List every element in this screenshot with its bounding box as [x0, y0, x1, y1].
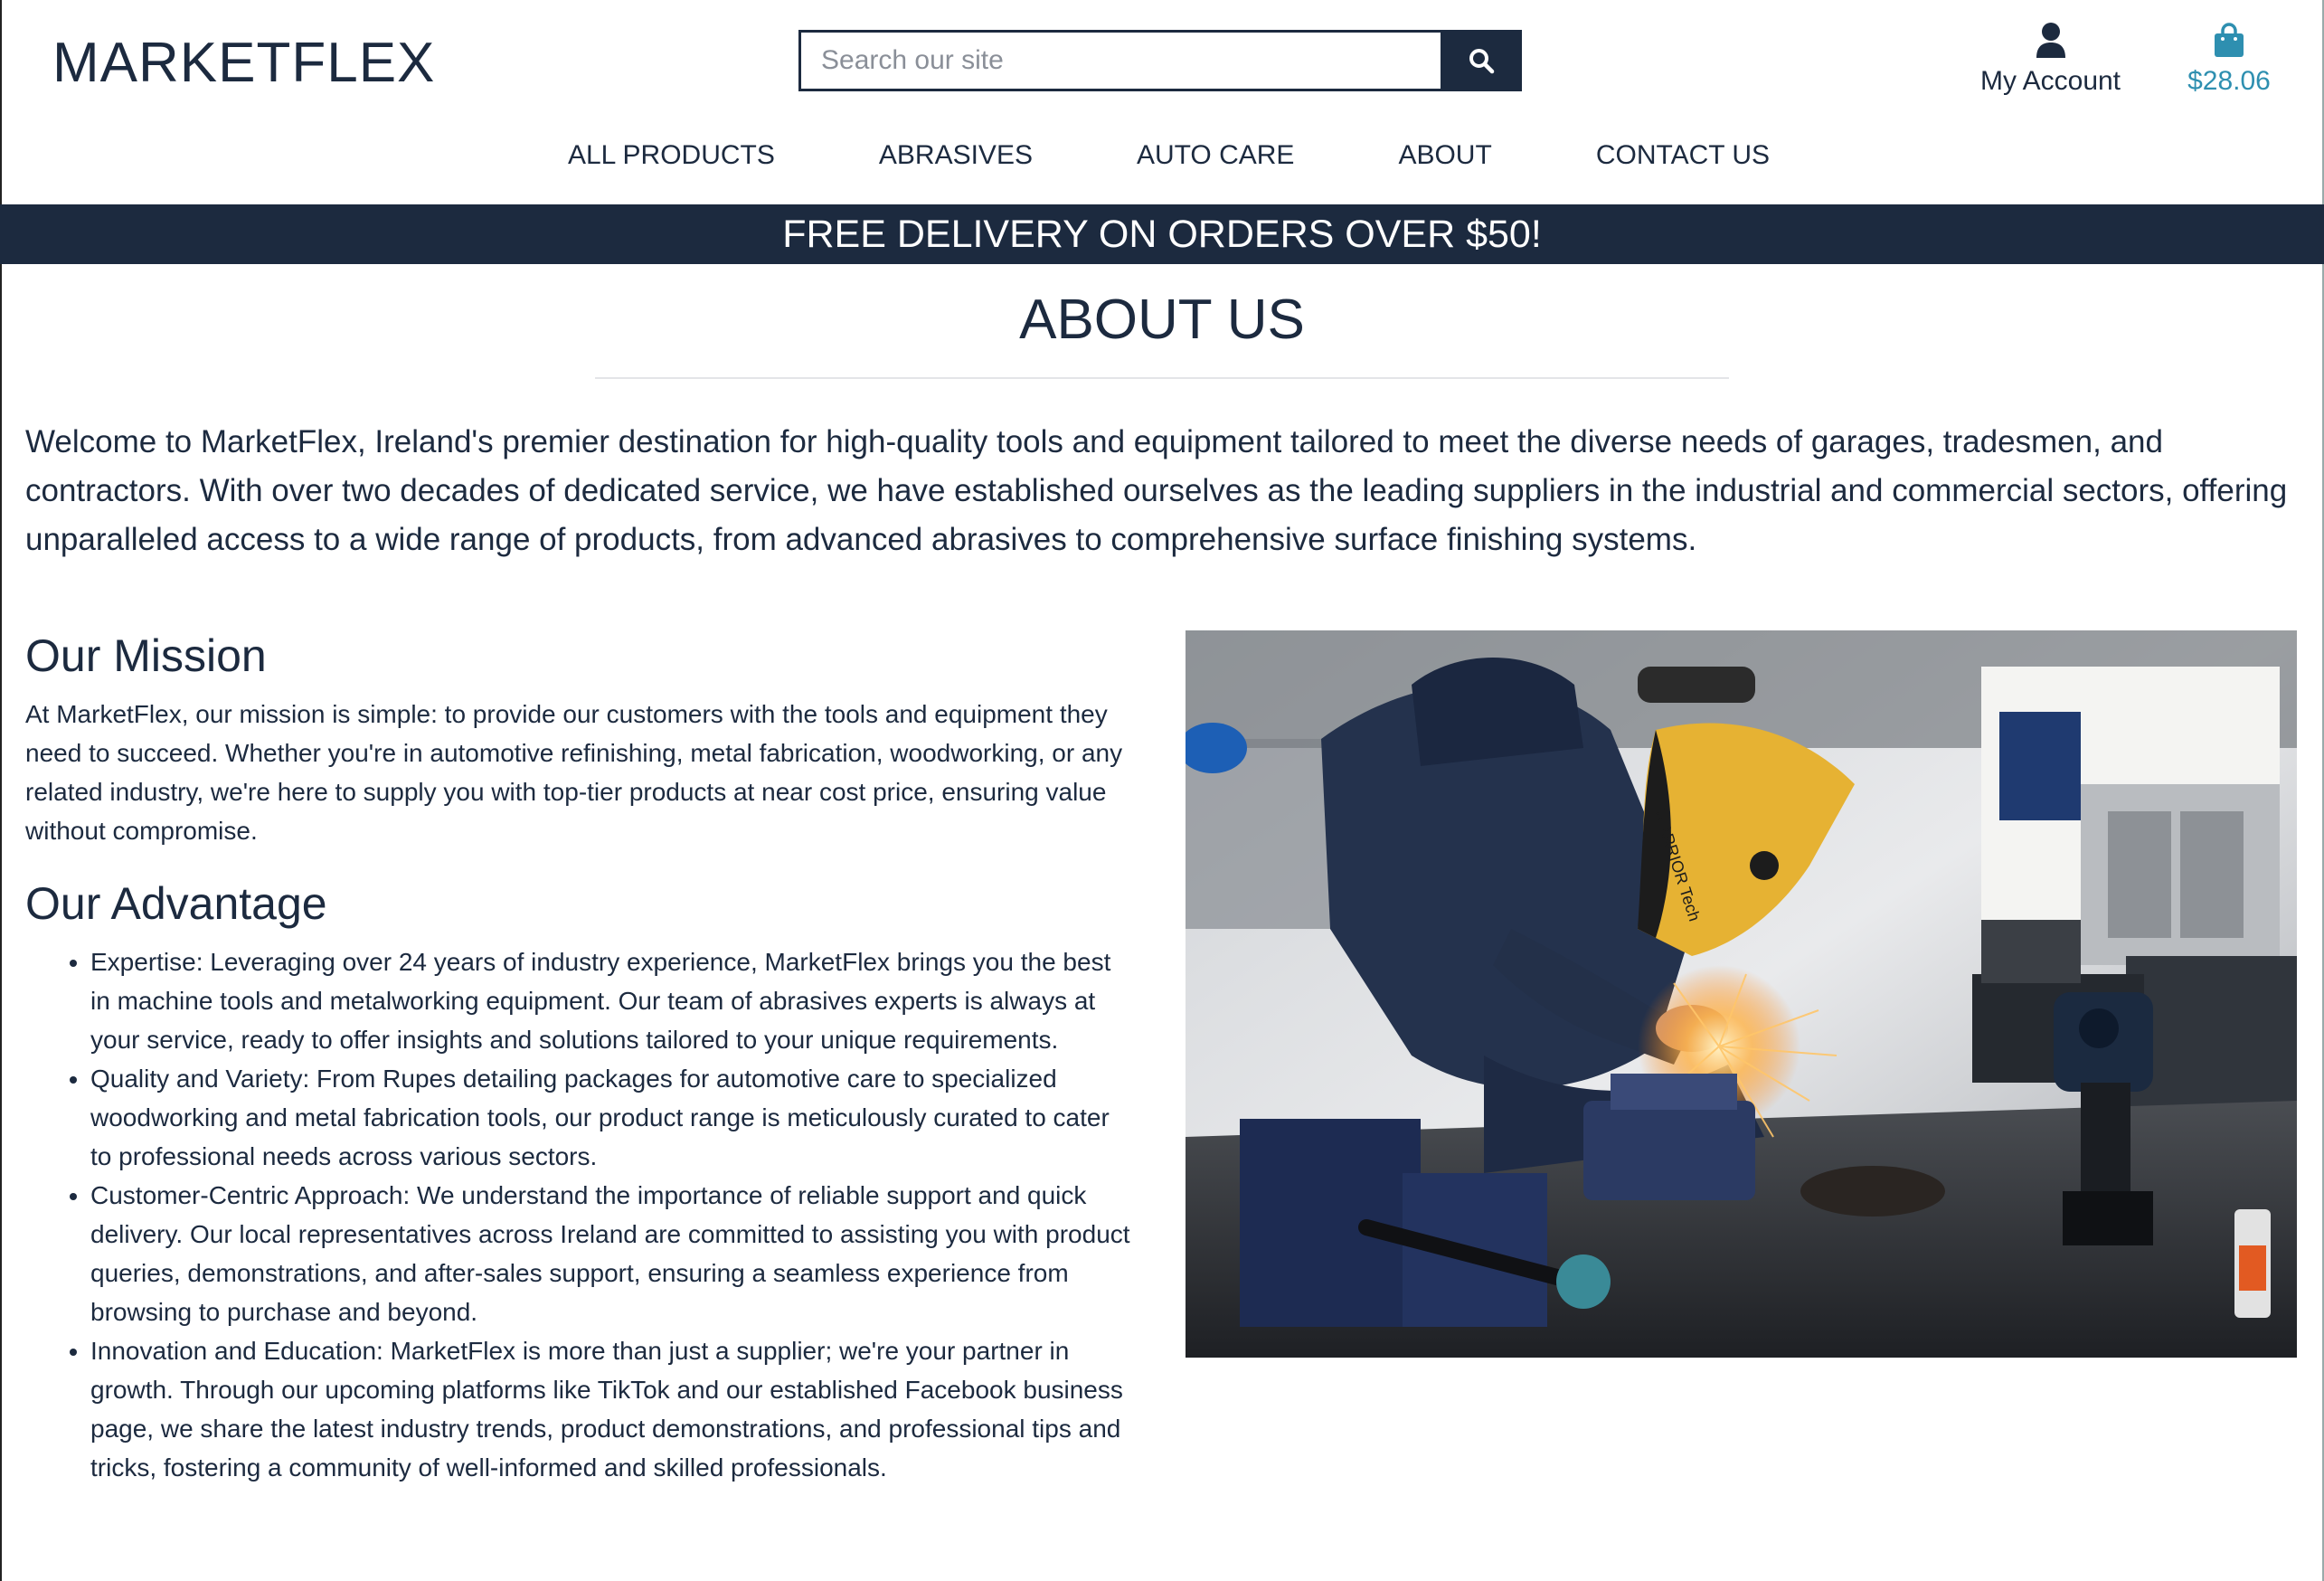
- advantage-list: Expertise: Leveraging over 24 years of i…: [25, 942, 1133, 1487]
- advantage-heading: Our Advantage: [25, 878, 327, 929]
- search-input[interactable]: [798, 30, 1441, 91]
- welder-illustration: WARRIOR Tech: [1186, 630, 2297, 1358]
- advantage-item: Quality and Variety: From Rupes detailin…: [90, 1059, 1133, 1176]
- intro-paragraph: Welcome to MarketFlex, Ireland's premier…: [25, 424, 2288, 557]
- search-icon: [1469, 49, 1495, 74]
- shopping-bag-icon: [2215, 23, 2244, 57]
- title-divider: [595, 377, 1729, 379]
- user-icon: [2036, 23, 2065, 58]
- search-bar: [798, 30, 1522, 91]
- nav-auto-care[interactable]: AUTO CARE: [1137, 140, 1294, 171]
- shopping-bag-link[interactable]: $28.06: [2179, 22, 2279, 97]
- page-title: ABOUT US: [1019, 289, 1305, 351]
- search-button[interactable]: [1441, 30, 1522, 91]
- site-logo[interactable]: MARKETFLEX: [52, 31, 435, 95]
- mission-text: At MarketFlex, our mission is simple: to…: [25, 700, 1123, 845]
- my-account-link[interactable]: My Account: [1971, 22, 2130, 97]
- bag-total: $28.06: [2187, 66, 2271, 96]
- advantage-item: Innovation and Education: MarketFlex is …: [90, 1331, 1133, 1487]
- nav-all-products[interactable]: ALL PRODUCTS: [568, 140, 775, 171]
- mission-heading: Our Mission: [25, 630, 267, 681]
- my-account-label: My Account: [1979, 66, 2121, 96]
- about-content: Our Mission At MarketFlex, our mission i…: [25, 630, 1133, 1487]
- main-nav: ALL PRODUCTS ABRASIVES AUTO CARE ABOUT C…: [0, 140, 2324, 171]
- free-delivery-banner: FREE DELIVERY ON ORDERS OVER $50!: [0, 204, 2324, 264]
- workshop-photo: WARRIOR Tech: [1186, 630, 2297, 1358]
- nav-abrasives[interactable]: ABRASIVES: [879, 140, 1033, 171]
- advantage-item: Expertise: Leveraging over 24 years of i…: [90, 942, 1133, 1059]
- nav-contact-us[interactable]: CONTACT US: [1596, 140, 1770, 171]
- advantage-item: Customer-Centric Approach: We understand…: [90, 1176, 1133, 1331]
- nav-about[interactable]: ABOUT: [1398, 140, 1491, 171]
